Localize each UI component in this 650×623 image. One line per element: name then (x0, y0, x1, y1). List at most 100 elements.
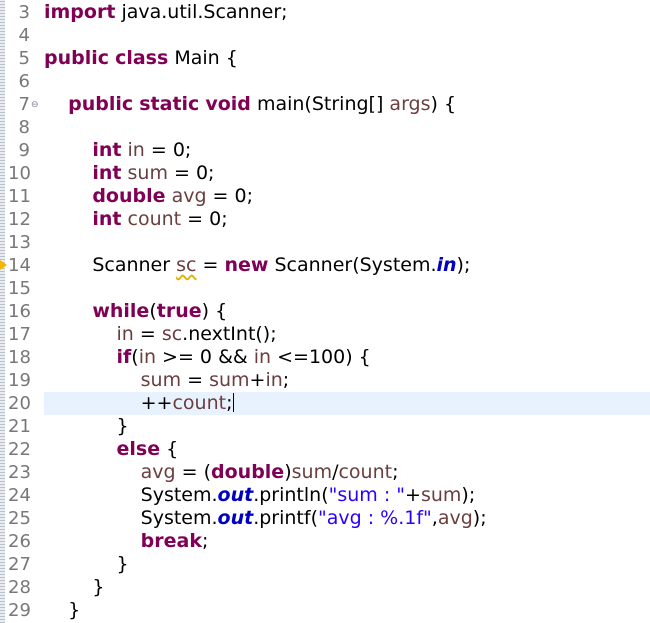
code-line[interactable]: 3 import java.util.Scanner; (0, 1, 650, 24)
code-editor[interactable]: 3 import java.util.Scanner; 4 5 public class… (0, 0, 650, 623)
token: System. (44, 507, 218, 529)
code-text[interactable]: import java.util.Scanner; (44, 1, 288, 24)
token-var: count (338, 461, 393, 483)
token-fld: out (217, 507, 254, 529)
code-text[interactable]: Scanner sc = new Scanner(System.in); (44, 254, 470, 277)
token: ; (201, 530, 209, 552)
token: = 0; (181, 208, 228, 230)
code-line[interactable]: 12 int count = 0; (0, 208, 650, 231)
fold-toggle-icon[interactable]: ⊖ (31, 94, 39, 117)
token: = 0; (206, 185, 254, 207)
token-var: sum (209, 369, 250, 391)
token-kw: double (211, 461, 285, 483)
token-var: avg (140, 461, 176, 483)
token: { (160, 438, 179, 460)
token: ); (472, 507, 487, 529)
code-text[interactable]: in = sc.nextInt(); (44, 323, 277, 346)
code-line[interactable]: 7 ⊖ public static void main(String[] args… (0, 93, 650, 116)
token: ( (149, 300, 157, 322)
token-kw: int (92, 208, 122, 230)
code-text[interactable]: int count = 0; (44, 208, 228, 231)
code-text[interactable]: double avg = 0; (44, 185, 253, 208)
token-var: avg (171, 185, 207, 207)
token: + (249, 369, 266, 391)
line-number: 7 (18, 94, 30, 115)
token: Scanner (44, 254, 177, 276)
token: main(String[] (250, 93, 390, 115)
code-line[interactable]: 5 public class Main { (0, 47, 650, 70)
code-text[interactable]: while(true) { (44, 300, 227, 323)
code-line[interactable]: 10 int sum = 0; (0, 162, 650, 185)
token-kw: while (92, 300, 150, 322)
line-number: 15 (8, 278, 31, 299)
code-text[interactable]: } (44, 415, 128, 438)
token-kw: class (115, 47, 169, 69)
code-text[interactable]: int in = 0; (44, 139, 191, 162)
code-line[interactable]: 16 while(true) { (0, 300, 650, 323)
line-number: 5 (18, 48, 30, 69)
code-text[interactable]: } (44, 599, 80, 622)
code-line[interactable]: 6 (0, 70, 650, 93)
token-kw: break (140, 530, 202, 552)
line-number: 8 (18, 117, 30, 138)
code-line[interactable]: 21 } (0, 415, 650, 438)
code-text[interactable]: public class Main { (44, 47, 238, 70)
text-caret (232, 393, 234, 412)
code-line[interactable]: 26 break; (0, 530, 650, 553)
token-var: in (138, 346, 157, 368)
line-number: 6 (18, 71, 30, 92)
token: = 0; (167, 162, 215, 184)
code-line[interactable]: 27 } (0, 553, 650, 576)
token: <=100) { (271, 346, 371, 368)
token-fld: out (217, 484, 254, 506)
code-line[interactable]: 15 (0, 277, 650, 300)
token: = (196, 254, 225, 276)
code-text[interactable]: System.out.printf("avg : %.1f",avg); (44, 507, 487, 530)
code-line[interactable]: 17 in = sc.nextInt(); (0, 323, 650, 346)
token: ) (284, 461, 292, 483)
token-var: sum (420, 484, 462, 506)
code-text[interactable]: } (44, 576, 104, 599)
token-kw: public (68, 93, 134, 115)
code-text[interactable]: avg = (double)sum/count; (44, 461, 399, 484)
warning-marker-icon[interactable] (0, 260, 7, 270)
code-line[interactable]: 4 (0, 24, 650, 47)
code-line[interactable]: 25 System.out.printf("avg : %.1f",avg); (0, 507, 650, 530)
token-var: count (172, 392, 227, 414)
code-line[interactable]: 8 (0, 116, 650, 139)
code-text[interactable]: public static void main(String[] args) { (44, 93, 456, 116)
code-line[interactable]: 14 Scanner sc = new Scanner(System.in); (0, 254, 650, 277)
code-text[interactable]: else { (44, 438, 178, 461)
code-line[interactable]: 29 } (0, 599, 650, 622)
code-text[interactable]: System.out.println("sum : "+sum); (44, 484, 476, 507)
line-number: 13 (8, 232, 31, 253)
token: = (133, 323, 162, 345)
code-line[interactable]: 11 double avg = 0; (0, 185, 650, 208)
line-number: 26 (8, 531, 31, 552)
line-number: 17 (8, 324, 31, 345)
code-line[interactable]: 19 sum = sum+in; (0, 369, 650, 392)
code-line[interactable]: 28 } (0, 576, 650, 599)
code-text[interactable]: if(in >= 0 && in <=100) { (44, 346, 371, 369)
token-str: "avg : %.1f" (318, 507, 432, 529)
current-line[interactable]: 20 ++count; (0, 392, 650, 415)
token: } (44, 599, 81, 621)
token-var: sum (127, 162, 168, 184)
token: = (181, 369, 210, 391)
code-line[interactable]: 22 else { (0, 438, 650, 461)
code-text[interactable]: break; (44, 530, 209, 553)
code-line[interactable]: 24 System.out.println("sum : "+sum); (0, 484, 650, 507)
token-kw: public (44, 47, 110, 69)
code-line[interactable]: 23 avg = (double)sum/count; (0, 461, 650, 484)
token: ) { (430, 93, 457, 115)
code-line[interactable]: 9 int in = 0; (0, 139, 650, 162)
token: .nextInt(); (182, 323, 277, 345)
code-line[interactable]: 18 if(in >= 0 && in <=100) { (0, 346, 650, 369)
code-text[interactable]: sum = sum+in; (44, 369, 290, 392)
code-text[interactable]: ++count; (44, 392, 234, 415)
code-text[interactable]: int sum = 0; (44, 162, 214, 185)
code-text[interactable]: } (44, 553, 128, 576)
code-line[interactable]: 13 (0, 231, 650, 254)
